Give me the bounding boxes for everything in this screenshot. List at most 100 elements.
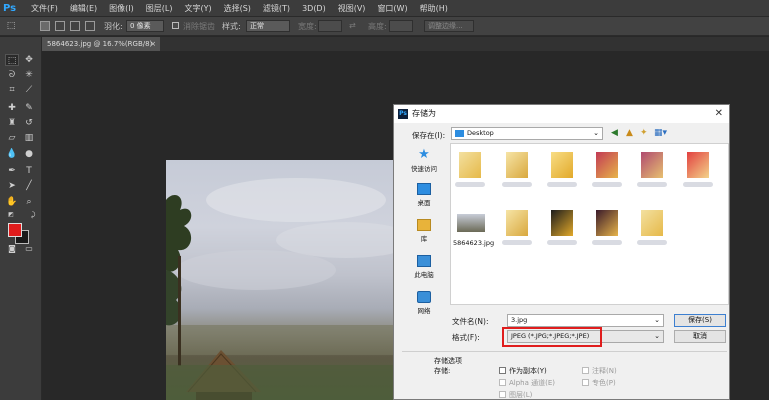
pen-icon[interactable]: ✒	[5, 165, 19, 177]
save-as-dialog: Ps 存储为 ✕ 保存在(I): Desktop ⌄ ◀ ▲ ✦ ▦▾ ★ 快速…	[393, 104, 730, 400]
menu-file[interactable]: 文件(F)	[25, 0, 64, 17]
antialias-checkbox[interactable]	[172, 22, 179, 29]
feather-input[interactable]: 0 像素	[126, 20, 164, 32]
file-item-thumbnail[interactable]	[506, 152, 528, 178]
line-icon[interactable]: ╱	[22, 180, 36, 192]
style-select[interactable]: 正常	[246, 20, 290, 32]
swap-icon[interactable]: ⇄	[349, 21, 356, 30]
tools-panel: ⬚ ✥ ᘐ ✳ ⌗ ⟋ ✚ ✎ ♜ ↺ ▱ ▥ 💧 ● ✒ T ➤ ╱ ✋ ⌕ …	[0, 37, 42, 400]
file-item-thumbnail[interactable]	[506, 210, 528, 236]
clone-stamp-icon[interactable]: ♜	[5, 117, 19, 129]
width-input[interactable]	[318, 20, 342, 32]
path-selection-icon[interactable]: ➤	[5, 180, 19, 192]
brush-icon[interactable]: ✎	[22, 102, 36, 114]
quick-mask-icon[interactable]: ◙	[5, 243, 19, 255]
gradient-icon[interactable]: ▥	[22, 132, 36, 144]
dialog-title: 存储为	[412, 109, 436, 118]
menu-layer[interactable]: 图层(L)	[140, 0, 179, 17]
antialias-label: 消除锯齿	[183, 22, 215, 31]
dodge-icon[interactable]: ●	[22, 148, 36, 160]
menu-help[interactable]: 帮助(H)	[414, 0, 454, 17]
file-item-thumbnail[interactable]	[641, 152, 663, 178]
swap-colors-icon[interactable]: ⤸	[26, 209, 40, 221]
file-item-caption-blurred	[637, 240, 667, 245]
zoom-icon[interactable]: ⌕	[22, 196, 36, 208]
layers-checkbox[interactable]	[499, 391, 506, 398]
file-item-thumbnail[interactable]	[551, 152, 573, 178]
menu-window[interactable]: 窗口(W)	[371, 0, 413, 17]
place-library[interactable]: 库	[402, 219, 446, 243]
menu-select[interactable]: 选择(S)	[218, 0, 257, 17]
screen-mode-icon[interactable]: ▭	[22, 243, 36, 255]
lasso-icon[interactable]: ᘐ	[5, 69, 19, 81]
file-item-caption-blurred	[592, 182, 622, 187]
type-icon[interactable]: T	[22, 165, 36, 177]
document-tab[interactable]: 5864623.jpg @ 16.7%(RGB/8) ×	[42, 37, 160, 51]
notes-checkbox[interactable]	[582, 367, 589, 374]
notes-label: 注释(N)	[592, 367, 617, 375]
new-folder-icon[interactable]: ✦	[640, 128, 648, 138]
menu-filter[interactable]: 滤镜(T)	[257, 0, 296, 17]
back-icon[interactable]: ◀	[611, 128, 618, 138]
menu-type[interactable]: 文字(Y)	[178, 0, 217, 17]
place-quick-access[interactable]: ★ 快速访问	[402, 147, 446, 173]
chevron-down-icon: ⌄	[654, 332, 660, 340]
eraser-icon[interactable]: ▱	[5, 132, 19, 144]
file-item-caption-blurred	[547, 182, 577, 187]
subtract-selection-icon[interactable]	[70, 21, 80, 31]
save-in-label: 保存在(I):	[412, 131, 446, 140]
rectangular-marquee-icon[interactable]: ⬚	[5, 54, 19, 66]
refine-edge-button[interactable]: 调整边缘...	[424, 20, 474, 32]
file-item-thumbnail[interactable]	[596, 210, 618, 236]
alpha-checkbox[interactable]	[499, 379, 506, 386]
file-item-thumbnail[interactable]	[596, 152, 618, 178]
menu-edit[interactable]: 编辑(E)	[64, 0, 103, 17]
save-in-select[interactable]: Desktop ⌄	[451, 127, 603, 140]
file-list[interactable]: 5864623.jpg	[450, 143, 729, 305]
magic-wand-icon[interactable]: ✳	[22, 69, 36, 81]
add-selection-icon[interactable]	[55, 21, 65, 31]
file-item-thumbnail[interactable]	[687, 152, 709, 178]
default-colors-icon[interactable]: ◩	[4, 209, 18, 221]
save-options-group: 存储选项 存储: 作为副本(Y) Alpha 通道(E) 图层(L) 注释(N)…	[402, 351, 727, 399]
file-item-thumbnail[interactable]	[641, 210, 663, 236]
document-tab-close-icon[interactable]: ×	[150, 37, 156, 51]
menu-image[interactable]: 图像(I)	[103, 0, 140, 17]
up-folder-icon[interactable]: ▲	[626, 128, 633, 138]
crop-icon[interactable]: ⌗	[5, 84, 19, 96]
place-this-pc[interactable]: 此电脑	[402, 255, 446, 279]
file-item-thumbnail[interactable]	[459, 152, 481, 178]
file-item-caption-blurred	[683, 182, 713, 187]
view-menu-icon[interactable]: ▦▾	[654, 128, 667, 138]
place-network[interactable]: 网络	[402, 291, 446, 315]
history-brush-icon[interactable]: ↺	[22, 117, 36, 129]
foreground-color-swatch[interactable]	[8, 223, 22, 237]
star-icon: ★	[418, 147, 430, 162]
chevron-down-icon: ⌄	[593, 129, 599, 137]
file-item-caption-blurred	[592, 240, 622, 245]
marquee-preset-icon[interactable]: ⬚	[4, 20, 18, 32]
hand-icon[interactable]: ✋	[5, 196, 19, 208]
file-item-thumbnail[interactable]	[551, 210, 573, 236]
height-input[interactable]	[389, 20, 413, 32]
cancel-button[interactable]: 取消	[674, 330, 726, 343]
landscape-photo-graphic	[166, 178, 396, 400]
spot-checkbox[interactable]	[582, 379, 589, 386]
height-label: 高度:	[368, 22, 387, 31]
options-bar: ⬚ 羽化: 0 像素 消除锯齿 样式: 正常 宽度: ⇄ 高度: 调整边缘...	[0, 17, 769, 36]
image-file-thumbnail[interactable]	[457, 214, 485, 232]
new-selection-icon[interactable]	[40, 21, 50, 31]
eyedropper-icon[interactable]: ⟋	[22, 84, 36, 96]
dialog-close-icon[interactable]: ✕	[715, 105, 723, 123]
place-desktop[interactable]: 桌面	[402, 183, 446, 207]
move-icon[interactable]: ✥	[22, 54, 36, 66]
filename-input[interactable]: 3.jpg ⌄	[507, 314, 664, 327]
save-button[interactable]: 保存(S)	[674, 314, 726, 327]
intersect-selection-icon[interactable]	[85, 21, 95, 31]
healing-brush-icon[interactable]: ✚	[5, 102, 19, 114]
menu-3d[interactable]: 3D(D)	[296, 0, 332, 17]
blur-icon[interactable]: 💧	[5, 148, 19, 160]
menu-view[interactable]: 视图(V)	[332, 0, 372, 17]
as-copy-checkbox[interactable]	[499, 367, 506, 374]
file-item-caption-blurred	[455, 182, 485, 187]
